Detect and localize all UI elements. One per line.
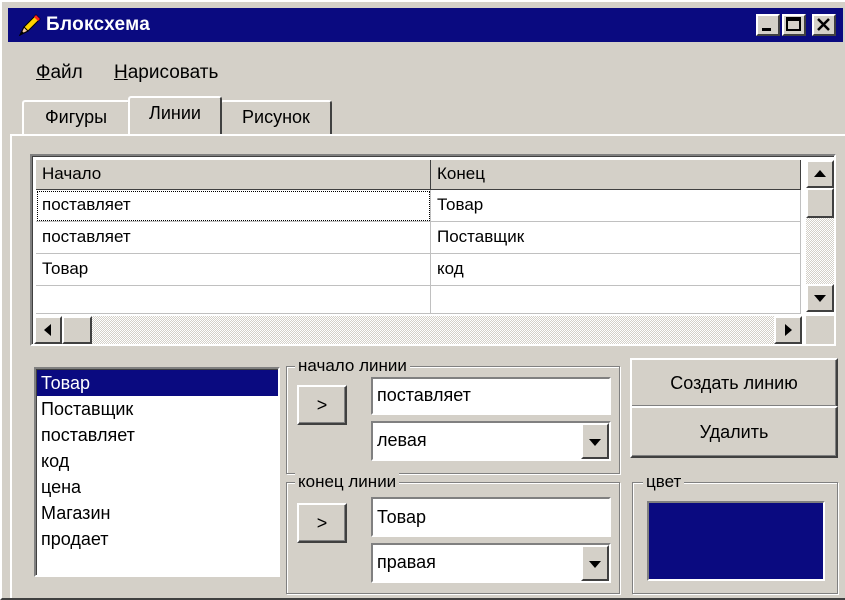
color-legend: цвет (643, 471, 685, 493)
color-group: цвет (632, 471, 838, 594)
list-item[interactable]: поставляет (37, 422, 278, 448)
table-row-3-start[interactable] (36, 286, 431, 314)
end-side-value: правая (377, 552, 436, 572)
close-button[interactable] (812, 14, 836, 36)
pick-end-button[interactable]: > (297, 503, 347, 543)
window-title: Блоксхема (46, 14, 151, 35)
horizontal-scroll-thumb[interactable] (62, 316, 92, 344)
menu-file-accel: Ф (36, 62, 51, 83)
arrow-down-icon (814, 295, 826, 302)
pick-start-button[interactable]: > (297, 385, 347, 425)
grid-horizontal-scrollbar[interactable] (34, 316, 802, 344)
scroll-down-button[interactable] (806, 284, 834, 312)
start-shape-field[interactable]: поставляет (371, 377, 611, 415)
end-side-dropdown-button[interactable] (581, 545, 609, 581)
minimize-icon (762, 28, 771, 31)
line-start-group: начало линии > поставляет левая (286, 355, 620, 474)
create-line-button[interactable]: Создать линию (630, 358, 838, 408)
list-item[interactable]: код (37, 448, 278, 474)
menu-draw-accel: Н (114, 62, 128, 83)
table-row-2-end[interactable]: код (431, 254, 801, 286)
color-swatch[interactable] (647, 501, 825, 581)
list-item[interactable]: цена (37, 474, 278, 500)
delete-label: Удалить (699, 422, 769, 442)
scroll-right-button[interactable] (774, 316, 802, 344)
pick-start-label: > (316, 395, 328, 415)
tab-lines[interactable]: Линии (128, 96, 222, 134)
end-shape-field[interactable]: Товар (371, 497, 611, 537)
end-side-select[interactable]: правая (371, 543, 611, 583)
arrow-up-icon (814, 170, 826, 177)
start-side-dropdown-button[interactable] (581, 423, 609, 459)
tab-figures-label: Фигуры (44, 107, 108, 127)
line-end-group: конец линии > Товар правая (286, 471, 620, 594)
scroll-left-button[interactable] (34, 316, 62, 344)
start-side-value: левая (377, 430, 427, 450)
tab-picture[interactable]: Рисунок (220, 100, 332, 134)
tab-picture-label: Рисунок (242, 107, 310, 127)
column-header-end[interactable]: Конец (431, 160, 801, 190)
list-item[interactable]: продает (37, 526, 278, 552)
scroll-up-button[interactable] (806, 160, 834, 188)
list-item[interactable]: Товар (37, 370, 278, 396)
pencil-icon (18, 14, 41, 37)
shapes-listbox[interactable]: Товар Поставщик поставляет код цена Мага… (34, 367, 280, 577)
menu-file[interactable]: Файл (36, 62, 83, 84)
minimize-button[interactable] (756, 14, 780, 36)
line-end-legend: конец линии (295, 471, 400, 493)
table-row-1-start[interactable]: поставляет (36, 222, 431, 254)
column-header-start[interactable]: Начало (36, 160, 431, 190)
tab-figures[interactable]: Фигуры (22, 100, 130, 134)
table-row-1-end[interactable]: Поставщик (431, 222, 801, 254)
chevron-down-icon (589, 561, 601, 568)
start-side-select[interactable]: левая (371, 421, 611, 461)
maximize-icon (786, 17, 801, 31)
grid-body: Начало Конец поставляет Товар поставляет… (32, 156, 834, 344)
table-row-0-end[interactable]: Товар (431, 190, 801, 222)
chevron-down-icon (589, 439, 601, 446)
arrow-left-icon (44, 324, 51, 336)
table-row-3-end[interactable] (431, 286, 801, 314)
title-bar[interactable]: Блоксхема (8, 8, 843, 42)
list-item[interactable]: Поставщик (37, 396, 278, 422)
menu-file-label: айл (50, 62, 83, 83)
scrollbar-corner (806, 316, 834, 344)
shapes-list: Товар Поставщик поставляет код цена Мага… (36, 369, 278, 575)
table-row-0-start[interactable]: поставляет (36, 190, 431, 222)
maximize-button[interactable] (782, 14, 806, 36)
table-row-2-start[interactable]: Товар (36, 254, 431, 286)
delete-button[interactable]: Удалить (630, 406, 838, 458)
lines-grid[interactable]: Начало Конец поставляет Товар поставляет… (30, 154, 836, 346)
pick-end-label: > (316, 513, 328, 533)
close-icon (817, 18, 830, 31)
line-start-legend: начало линии (295, 355, 410, 377)
arrow-right-icon (785, 324, 792, 336)
tab-lines-label: Линии (149, 103, 201, 123)
menu-draw-label: арисовать (127, 62, 219, 83)
menu-draw[interactable]: Нарисовать (114, 62, 218, 84)
list-item[interactable]: Магазин (37, 500, 278, 526)
vertical-scroll-thumb[interactable] (806, 188, 834, 218)
grid-vertical-scrollbar[interactable] (806, 160, 834, 312)
app-window: Блоксхема Файл Нарисовать Фигуры Линии Р… (0, 0, 845, 600)
create-line-label: Создать линию (670, 373, 798, 393)
